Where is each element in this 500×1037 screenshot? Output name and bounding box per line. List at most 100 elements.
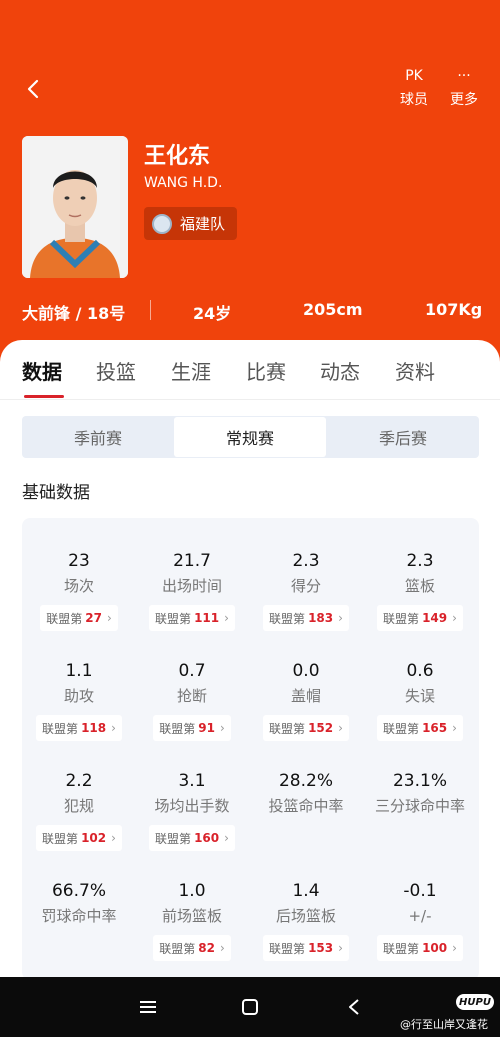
stat-label: 罚球命中率 (41, 907, 117, 925)
stat-label: 助攻 (63, 687, 94, 705)
tab-games[interactable]: 比赛 (246, 356, 286, 385)
stat-item: 1.0 前场篮板 联盟第 82 › (135, 880, 249, 961)
player-weight: 107Kg (425, 300, 483, 319)
pk-button[interactable]: PK 球员 (392, 66, 436, 109)
rank-prefix: 联盟第 (159, 941, 196, 956)
team-tag[interactable]: 福建队 (144, 207, 238, 240)
rank-number: 111 (194, 611, 220, 625)
info-divider (150, 300, 151, 320)
league-rank-chip[interactable]: 联盟第 118 › (36, 715, 122, 741)
segment-regular-season[interactable]: 常规赛 (174, 417, 326, 457)
stat-item: -0.1 +/- 联盟第 100 › (363, 880, 477, 961)
stat-label: 场均出手数 (154, 797, 230, 815)
stat-value: 66.7% (51, 881, 106, 901)
player-english-name: WANG H.D. (144, 175, 223, 191)
stat-value: 0.6 (406, 661, 434, 681)
rank-prefix: 联盟第 (159, 721, 196, 736)
stat-label: 抢断 (176, 687, 207, 705)
league-rank-chip[interactable]: 联盟第 82 › (153, 935, 231, 961)
segment-preseason[interactable]: 季前赛 (22, 416, 174, 458)
rank-prefix: 联盟第 (383, 611, 420, 626)
stat-value: 3.1 (178, 771, 206, 791)
ellipsis-icon: ··· (457, 68, 471, 84)
league-rank-chip[interactable]: 联盟第 102 › (36, 825, 122, 851)
tab-profile[interactable]: 资料 (395, 356, 435, 385)
stat-item: 2.3 篮板 联盟第 149 › (363, 550, 477, 631)
chevron-right-icon: › (111, 721, 116, 735)
stat-item: 0.7 抢断联盟第 91 › (135, 660, 249, 741)
tab-feed[interactable]: 动态 (320, 356, 360, 385)
league-rank-chip[interactable]: 联盟第 27 › (40, 605, 118, 631)
stat-item: 28.2% 投篮命中率 (249, 770, 363, 816)
stat-value: 0.0 (292, 661, 320, 681)
league-rank-chip[interactable]: 联盟第 149 › (377, 605, 463, 631)
stat-value: 23 (68, 551, 90, 571)
tab-stats[interactable]: 数据 (22, 356, 62, 385)
stat-value: 2.2 (65, 771, 93, 791)
stat-value: 28.2% (278, 771, 333, 791)
rank-prefix: 联盟第 (383, 721, 420, 736)
stat-label: 投篮命中率 (268, 797, 344, 815)
stat-item: 23 场次联盟第 27 › (22, 550, 136, 631)
league-rank-chip[interactable]: 联盟第 111 › (149, 605, 235, 631)
chevron-right-icon: › (452, 611, 457, 625)
stat-label: 场次 (63, 577, 94, 595)
tab-career[interactable]: 生涯 (171, 356, 211, 385)
chevron-right-icon: › (106, 611, 112, 625)
hupu-logo: HUPU (456, 994, 494, 1010)
pk-icon: PK (405, 68, 423, 84)
back-button[interactable] (18, 74, 48, 104)
more-button[interactable]: ··· 更多 (442, 66, 486, 109)
player-avatar (22, 136, 128, 278)
tabs-divider (0, 399, 500, 400)
stat-label: 犯规 (63, 797, 94, 815)
stat-label: 失误 (404, 687, 435, 705)
stat-label: 得分 (290, 577, 321, 595)
tab-shooting[interactable]: 投篮 (96, 356, 136, 385)
chevron-right-icon: › (338, 941, 343, 955)
league-rank-chip[interactable]: 联盟第 152 › (263, 715, 349, 741)
stat-item: 1.4 后场篮板 联盟第 153 › (249, 880, 363, 961)
rank-number: 102 (81, 831, 107, 845)
active-tab-indicator (24, 395, 64, 398)
rank-prefix: 联盟第 (269, 941, 306, 956)
chevron-right-icon: › (111, 831, 116, 845)
menu-button[interactable] (136, 995, 160, 1019)
stat-item: 0.0 盖帽联盟第 152 › (249, 660, 363, 741)
stat-value: 21.7 (173, 551, 211, 571)
stat-value: 2.3 (406, 551, 434, 571)
player-name: 王化东 (144, 144, 211, 169)
rank-prefix: 联盟第 (42, 831, 79, 846)
back-triangle-icon (349, 999, 359, 1015)
rank-number: 165 (422, 721, 448, 735)
chevron-left-icon (27, 79, 39, 99)
pk-label: 球员 (400, 92, 428, 108)
player-info-row: 大前锋 / 18号 24岁 205cm 107Kg (0, 300, 500, 323)
league-rank-chip[interactable]: 联盟第 100 › (377, 935, 463, 961)
stat-label: 盖帽 (290, 687, 321, 705)
rank-prefix: 联盟第 (155, 831, 192, 846)
rank-prefix: 联盟第 (42, 721, 79, 736)
league-rank-chip[interactable]: 联盟第 153 › (263, 935, 349, 961)
league-rank-chip[interactable]: 联盟第 160 › (149, 825, 235, 851)
rank-number: 153 (308, 941, 334, 955)
stat-label: 前场篮板 (161, 907, 222, 925)
stat-label: 后场篮板 (275, 907, 336, 925)
stat-value: 0.7 (178, 661, 206, 681)
stat-item: 2.2 犯规联盟第 102 › (22, 770, 136, 851)
rank-number: 160 (194, 831, 220, 845)
rank-prefix: 联盟第 (155, 611, 192, 626)
league-rank-chip[interactable]: 联盟第 183 › (263, 605, 349, 631)
home-square-icon (242, 999, 258, 1015)
chevron-right-icon: › (224, 611, 229, 625)
league-rank-chip[interactable]: 联盟第 165 › (377, 715, 463, 741)
back-nav-button[interactable] (342, 995, 366, 1019)
stat-label: +/- (408, 907, 432, 925)
tab-bar: 数据 投篮 生涯 比赛 动态 资料 (0, 350, 500, 396)
rank-prefix: 联盟第 (269, 721, 306, 736)
segment-playoffs[interactable]: 季后赛 (327, 416, 479, 458)
league-rank-chip[interactable]: 联盟第 91 › (153, 715, 231, 741)
player-height: 205cm (303, 300, 363, 319)
home-button[interactable] (238, 995, 262, 1019)
watermark-text: @行至山岸又逢花 (400, 1018, 488, 1031)
